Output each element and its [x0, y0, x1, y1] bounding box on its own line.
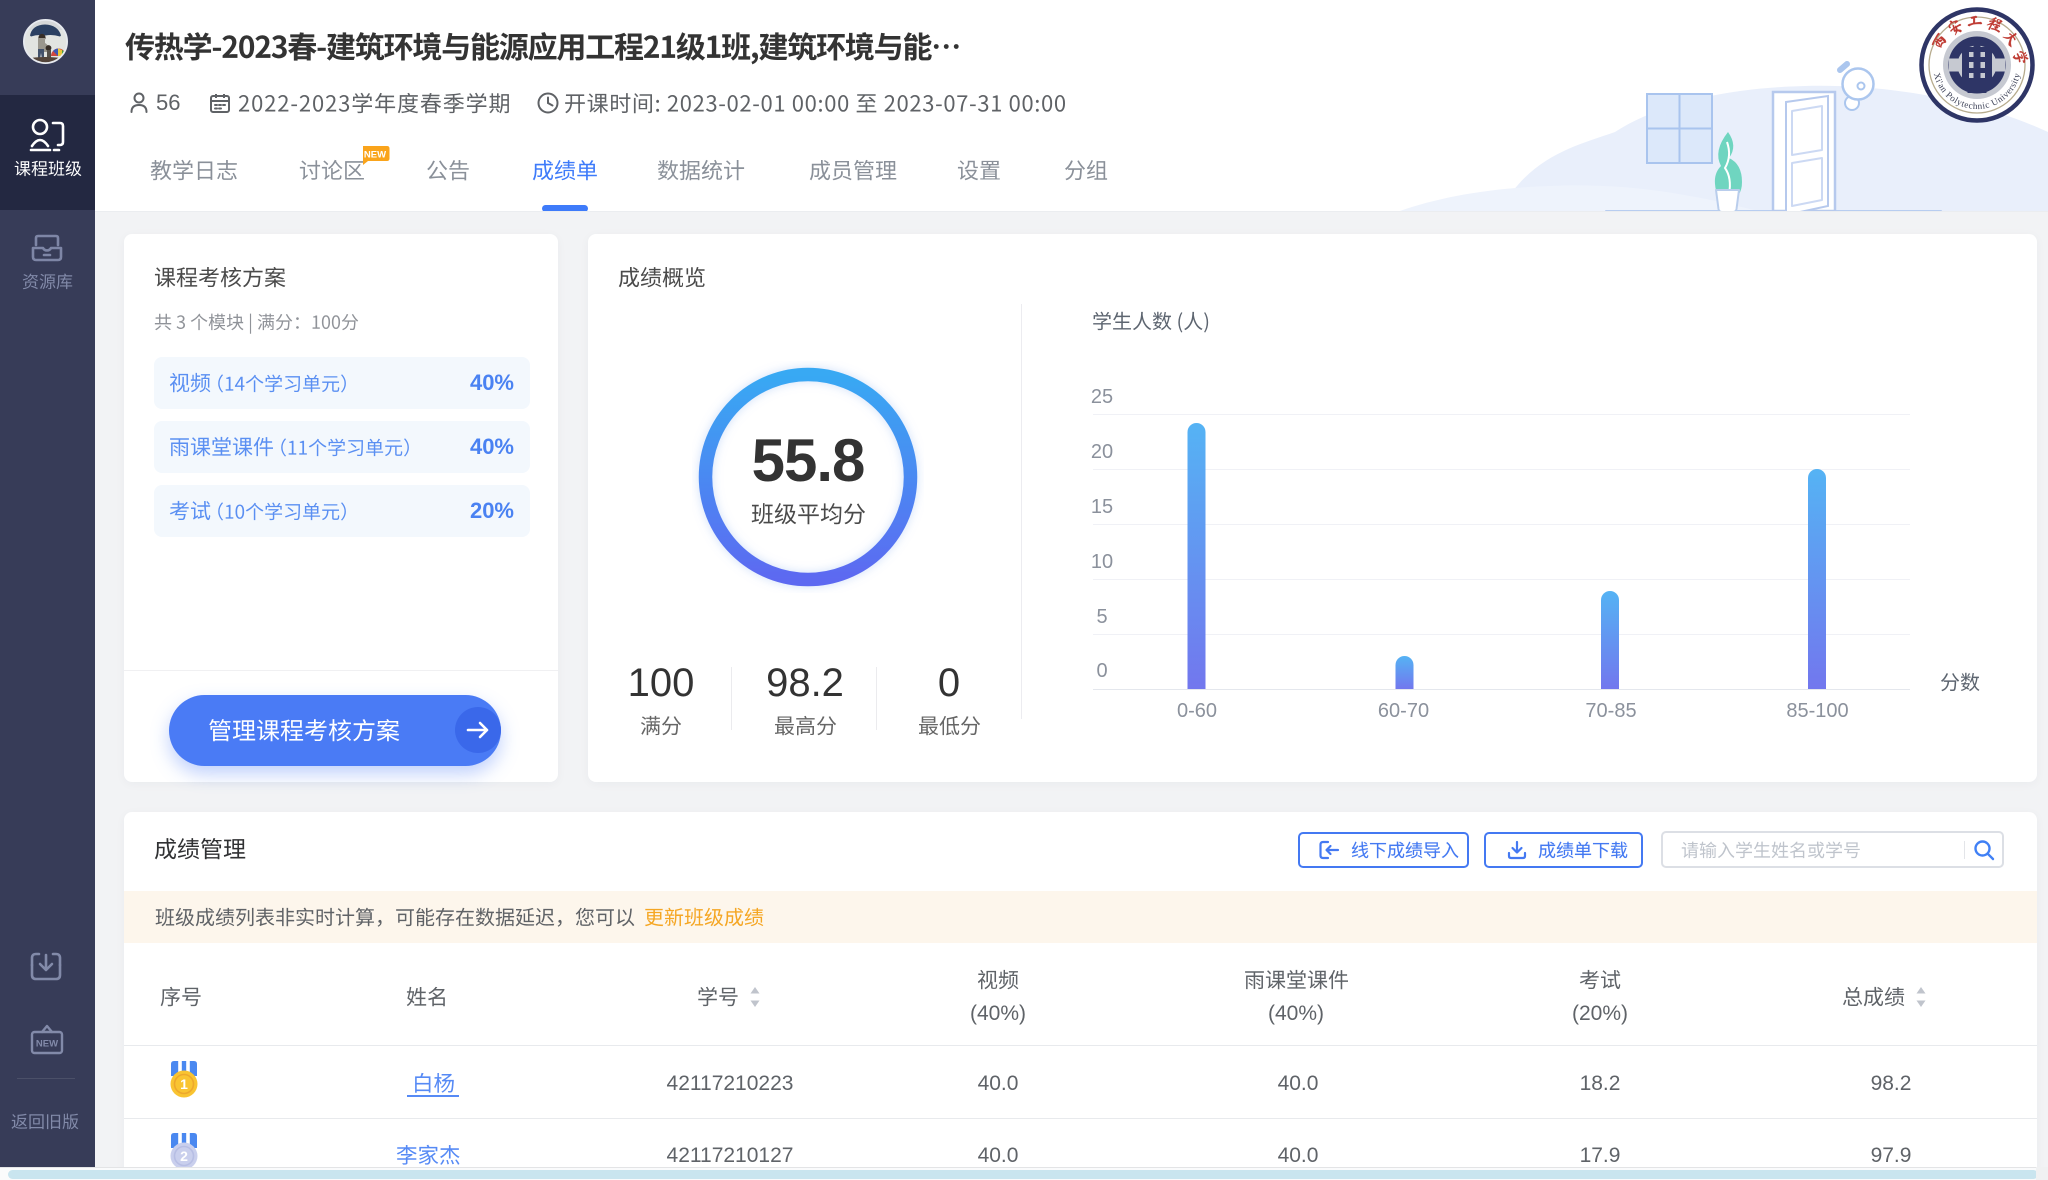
svg-text:1: 1	[180, 1076, 188, 1092]
svg-text:2: 2	[180, 1148, 188, 1164]
svg-text:NEW: NEW	[36, 1039, 58, 1050]
svg-text:NEW: NEW	[364, 150, 386, 161]
